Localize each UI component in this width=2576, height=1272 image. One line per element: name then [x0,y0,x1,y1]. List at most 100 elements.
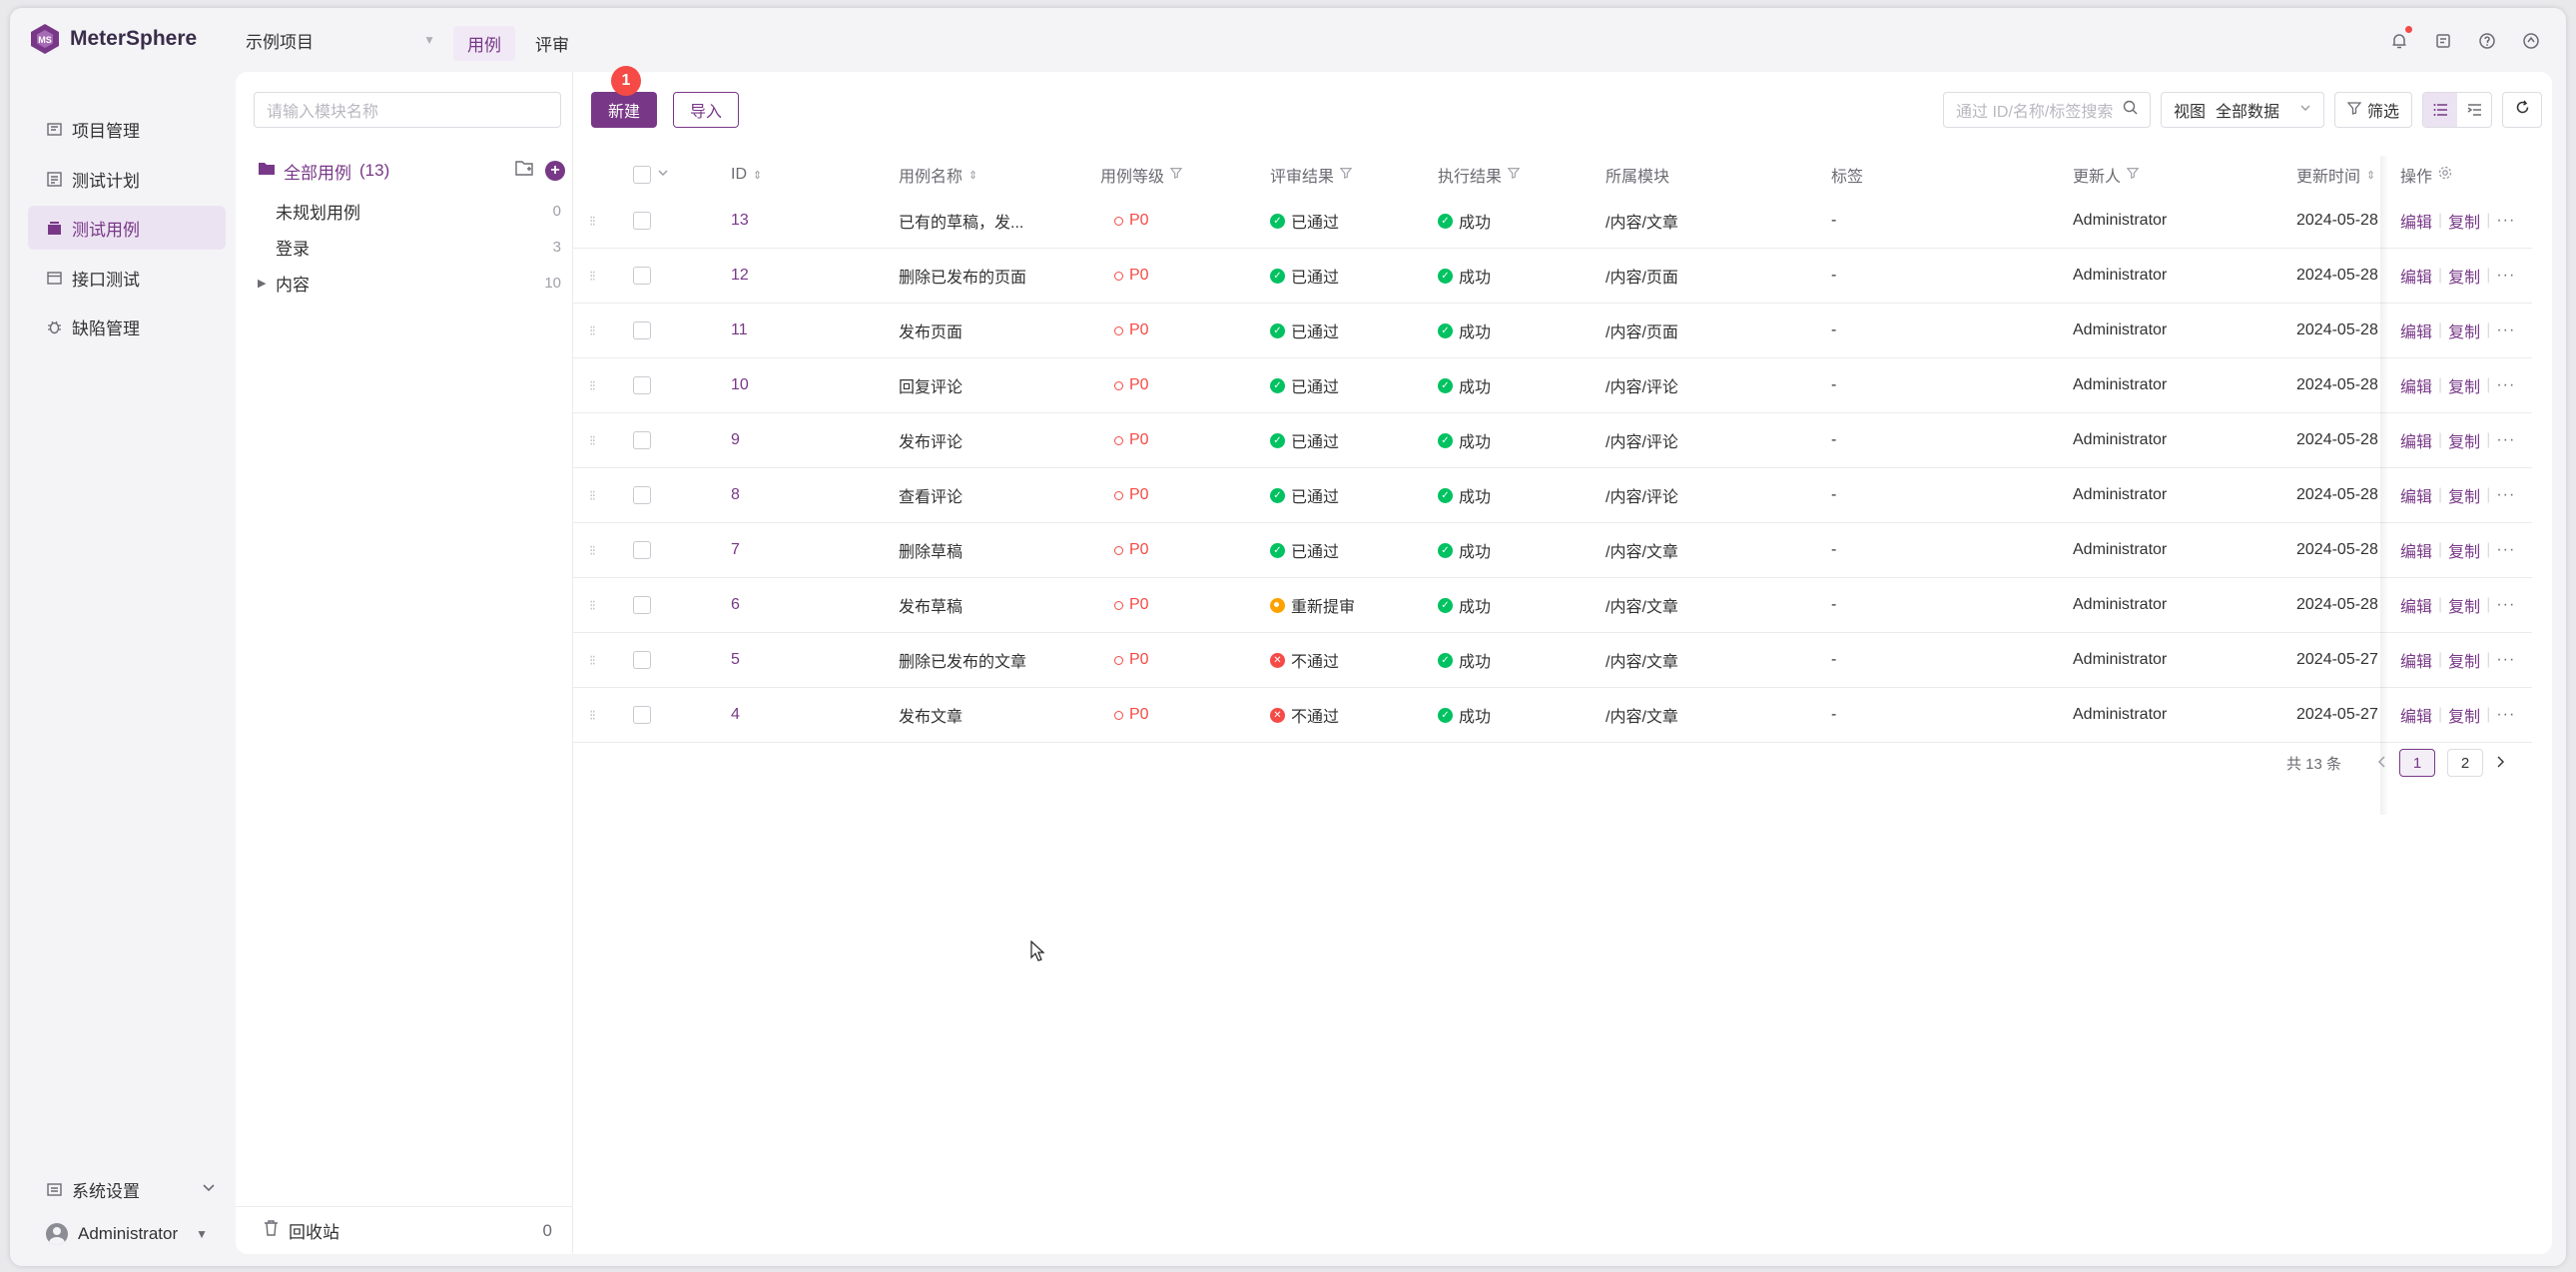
table-row[interactable]: ⁝⁝ 8 查看评论 P0 ✓ 已通过 ✓ 成功/内容/评论 - Administrator 2024… [573,468,2532,523]
tab-cases[interactable]: 用例 [453,26,515,61]
row-checkbox[interactable] [633,541,651,559]
system-settings[interactable]: 系统设置 [28,1170,226,1208]
edit-link[interactable]: 编辑 [2400,373,2432,397]
view-select[interactable]: 视图 全部数据 [2161,92,2324,128]
col-name[interactable]: 用例名称 ⇕ [899,163,977,187]
row-select[interactable] [633,194,651,248]
row-select[interactable] [633,633,651,687]
copy-link[interactable]: 复制 [2448,428,2480,452]
col-id[interactable]: ID ⇕ [731,166,762,184]
case-name[interactable]: 发布文章 [899,703,963,727]
sort-icon[interactable]: ⇕ [753,169,762,182]
col-updater[interactable]: 更新人 [2073,163,2140,187]
prev-page-icon[interactable] [2377,755,2387,772]
more-actions-icon[interactable]: ··· [2496,321,2515,339]
copy-link[interactable]: 复制 [2448,593,2480,617]
case-name[interactable]: 删除草稿 [899,538,963,562]
case-id-link[interactable]: 8 [731,486,740,504]
case-name[interactable]: 已有的草稿，发... [899,209,1023,233]
row-checkbox[interactable] [633,651,651,669]
more-actions-icon[interactable]: ··· [2496,706,2515,724]
import-button[interactable]: 导入 [673,92,739,128]
more-actions-icon[interactable]: ··· [2496,541,2515,559]
chevron-down-icon[interactable] [657,166,669,184]
case-name[interactable]: 发布评论 [899,428,963,452]
more-actions-icon[interactable]: ··· [2496,267,2515,285]
nav-item-bug[interactable]: 缺陷管理 [28,305,226,348]
row-select[interactable] [633,358,651,412]
drag-handle-icon[interactable]: ⁝⁝ [589,578,596,632]
row-checkbox[interactable] [633,321,651,339]
row-select[interactable] [633,523,651,577]
case-id-link[interactable]: 5 [731,651,740,669]
case-id-link[interactable]: 4 [731,706,740,724]
row-checkbox[interactable] [633,212,651,230]
copy-link[interactable]: 复制 [2448,373,2480,397]
table-row[interactable]: ⁝⁝ 5 删除已发布的文章 P0 ✕ 不通过 ✓ 成功/内容/文章 - Administrator… [573,633,2532,688]
recycle-bin[interactable]: 回收站 0 [236,1206,572,1254]
sort-icon[interactable]: ⇕ [968,169,977,182]
row-checkbox[interactable] [633,486,651,504]
module-search-input[interactable]: 请输入模块名称 [254,92,561,128]
gear-icon[interactable] [2438,166,2452,185]
case-id-link[interactable]: 10 [731,376,749,394]
more-actions-icon[interactable]: ··· [2496,651,2515,669]
row-checkbox[interactable] [633,267,651,285]
copy-link[interactable]: 复制 [2448,703,2480,727]
edit-link[interactable]: 编辑 [2400,483,2432,507]
sync-icon[interactable] [2520,30,2542,52]
tree-item[interactable]: 未规划用例 0 [254,194,565,228]
case-id-link[interactable]: 9 [731,431,740,449]
case-search-input[interactable]: 通过 ID/名称/标签搜索 [1943,92,2151,128]
refresh-button[interactable] [2502,92,2542,128]
select-all[interactable] [633,166,669,184]
case-name[interactable]: 发布页面 [899,318,963,342]
drag-handle-icon[interactable]: ⁝⁝ [589,249,596,303]
task-icon[interactable] [2432,30,2454,52]
table-row[interactable]: ⁝⁝ 12 删除已发布的页面 P0 ✓ 已通过 ✓ 成功/内容/页面 - Administrato… [573,249,2532,304]
copy-link[interactable]: 复制 [2448,538,2480,562]
row-select[interactable] [633,468,651,522]
drag-handle-icon[interactable]: ⁝⁝ [589,688,596,742]
case-id-link[interactable]: 12 [731,267,749,285]
filter-icon[interactable] [1169,166,1183,184]
tab-review[interactable]: 评审 [521,26,583,61]
drag-handle-icon[interactable]: ⁝⁝ [589,194,596,248]
list-view-icon[interactable] [2423,93,2457,127]
nav-item-project[interactable]: 项目管理 [28,107,226,151]
nav-item-test-plan[interactable]: 测试计划 [28,157,226,201]
row-checkbox[interactable] [633,596,651,614]
filter-button[interactable]: 筛选 [2334,92,2412,128]
row-select[interactable] [633,688,651,742]
new-case-button[interactable]: 新建 [591,92,657,128]
edit-link[interactable]: 编辑 [2400,648,2432,672]
more-actions-icon[interactable]: ··· [2496,486,2515,504]
drag-handle-icon[interactable]: ⁝⁝ [589,358,596,412]
drag-handle-icon[interactable]: ⁝⁝ [589,523,596,577]
edit-link[interactable]: 编辑 [2400,703,2432,727]
edit-link[interactable]: 编辑 [2400,538,2432,562]
add-module-icon[interactable]: + [545,161,565,181]
filter-icon[interactable] [1507,166,1521,184]
next-page-icon[interactable] [2495,755,2505,772]
help-icon[interactable] [2476,30,2498,52]
table-row[interactable]: ⁝⁝ 7 删除草稿 P0 ✓ 已通过 ✓ 成功/内容/文章 - Administrator 2024… [573,523,2532,578]
select-all-checkbox[interactable] [633,166,651,184]
table-row[interactable]: ⁝⁝ 11 发布页面 P0 ✓ 已通过 ✓ 成功/内容/页面 - Administrator 202… [573,304,2532,358]
table-row[interactable]: ⁝⁝ 9 发布评论 P0 ✓ 已通过 ✓ 成功/内容/评论 - Administrator 2024… [573,413,2532,468]
sort-icon[interactable]: ⇕ [2366,169,2375,182]
filter-icon[interactable] [2126,166,2140,184]
tree-root-all-cases[interactable]: 全部用例 (13) + [258,156,565,186]
case-name[interactable]: 查看评论 [899,483,963,507]
more-actions-icon[interactable]: ··· [2496,376,2515,394]
edit-link[interactable]: 编辑 [2400,318,2432,342]
case-id-link[interactable]: 11 [731,321,748,339]
filter-icon[interactable] [1339,166,1353,184]
row-checkbox[interactable] [633,376,651,394]
col-exec[interactable]: 执行结果 [1438,163,1521,187]
row-select[interactable] [633,249,651,303]
case-name[interactable]: 发布草稿 [899,593,963,617]
more-actions-icon[interactable]: ··· [2496,212,2515,230]
project-select[interactable]: 示例项目 ▼ [246,28,435,52]
more-actions-icon[interactable]: ··· [2496,431,2515,449]
